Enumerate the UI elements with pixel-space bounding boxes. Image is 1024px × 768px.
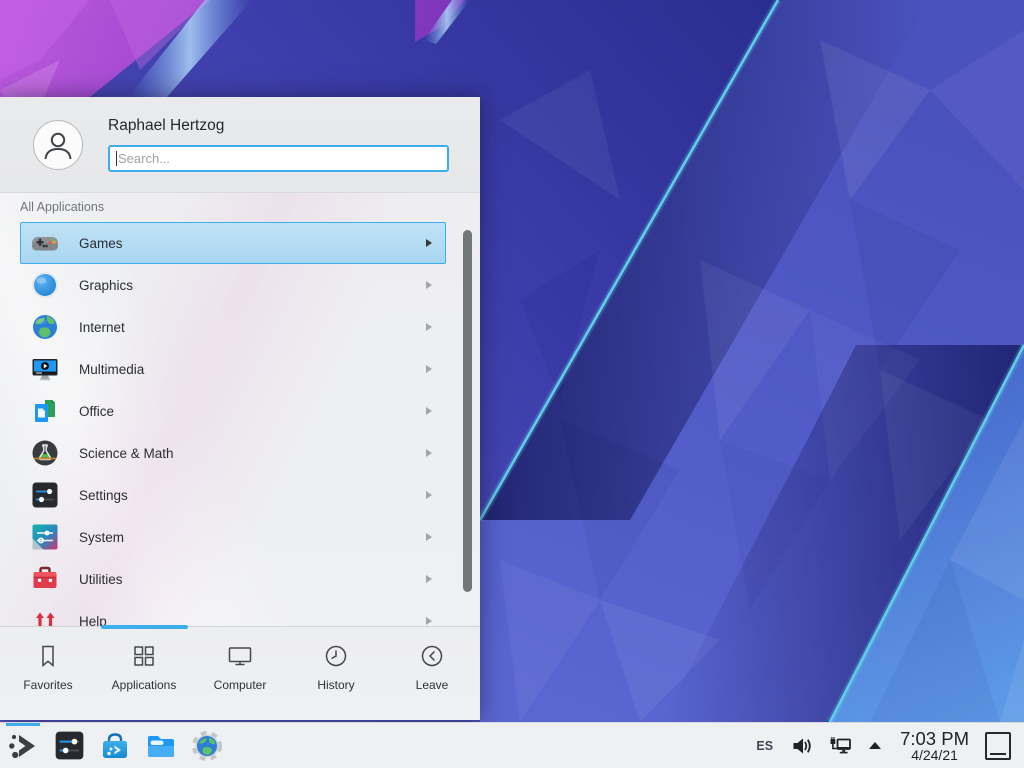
tab-label: Computer — [214, 678, 267, 692]
menu-item-label: Games — [79, 236, 425, 251]
active-tab-indicator — [101, 625, 188, 629]
keyboard-layout-indicator[interactable]: ES — [746, 739, 783, 753]
submenu-arrow-icon — [425, 448, 433, 458]
menu-item-label: Internet — [79, 320, 425, 335]
menu-item-games[interactable]: Games — [20, 222, 446, 264]
graphics-icon — [31, 271, 59, 299]
menu-item-internet[interactable]: Internet — [20, 306, 446, 348]
system-settings-icon — [54, 730, 85, 761]
menu-item-office[interactable]: Office — [20, 390, 446, 432]
search-field[interactable] — [108, 145, 449, 172]
submenu-arrow-icon — [425, 616, 433, 626]
system-icon — [31, 523, 59, 551]
menu-item-utilities[interactable]: Utilities — [20, 558, 446, 600]
user-avatar-icon — [41, 128, 75, 162]
menu-item-label: System — [79, 530, 425, 545]
submenu-arrow-icon — [425, 490, 433, 500]
applications-grid-icon — [131, 643, 157, 669]
discover-button[interactable] — [92, 723, 138, 768]
menu-item-label: Settings — [79, 488, 425, 503]
system-settings-button[interactable] — [46, 723, 92, 768]
menu-item-graphics[interactable]: Graphics — [20, 264, 446, 306]
application-category-list: Games Graphics — [0, 222, 480, 626]
multimedia-icon — [31, 355, 59, 383]
computer-icon — [227, 643, 253, 669]
menu-item-system[interactable]: System — [20, 516, 446, 558]
submenu-arrow-icon — [425, 406, 433, 416]
expand-tray-icon[interactable] — [860, 741, 890, 750]
application-launcher-icon — [6, 729, 40, 763]
submenu-arrow-icon — [425, 280, 433, 290]
games-icon — [31, 229, 59, 257]
menu-item-settings[interactable]: Settings — [20, 474, 446, 516]
tab-label: Applications — [112, 678, 177, 692]
web-browser-globe-icon — [191, 730, 223, 762]
network-icon[interactable] — [821, 735, 860, 757]
application-launcher-button[interactable] — [0, 723, 46, 768]
user-name: Raphael Hertzog — [108, 117, 224, 135]
system-tray: ES — [746, 723, 1024, 768]
volume-icon[interactable] — [783, 735, 821, 757]
user-avatar[interactable] — [33, 120, 83, 170]
launcher-header: Raphael Hertzog — [0, 97, 480, 193]
show-desktop-button[interactable] — [985, 732, 1011, 760]
tab-history[interactable]: History — [288, 627, 384, 720]
menu-item-label: Utilities — [79, 572, 425, 587]
submenu-arrow-icon — [425, 322, 433, 332]
bookmark-icon — [35, 643, 61, 669]
science-icon — [31, 439, 59, 467]
launcher-active-indicator — [6, 723, 40, 726]
menu-item-help[interactable]: Help — [20, 600, 446, 626]
show-desktop-icon — [990, 753, 1006, 755]
taskbar-launchers — [0, 723, 230, 768]
file-manager-folder-icon — [145, 730, 177, 762]
menu-item-science-math[interactable]: Science & Math — [20, 432, 446, 474]
menu-item-label: Multimedia — [79, 362, 425, 377]
menu-item-label: Science & Math — [79, 446, 425, 461]
discover-software-center-icon — [99, 730, 131, 762]
submenu-arrow-icon — [425, 238, 433, 248]
text-cursor — [116, 151, 117, 166]
settings-icon — [31, 481, 59, 509]
menu-item-multimedia[interactable]: Multimedia — [20, 348, 446, 390]
office-icon — [31, 397, 59, 425]
tab-label: History — [317, 678, 354, 692]
help-icon — [31, 607, 59, 626]
leave-icon — [419, 643, 445, 669]
tab-computer[interactable]: Computer — [192, 627, 288, 720]
tab-favorites[interactable]: Favorites — [0, 627, 96, 720]
search-input[interactable] — [110, 147, 447, 170]
submenu-arrow-icon — [425, 574, 433, 584]
tab-applications[interactable]: Applications — [96, 627, 192, 720]
menu-item-label: Graphics — [79, 278, 425, 293]
utilities-icon — [31, 565, 59, 593]
submenu-arrow-icon — [425, 532, 433, 542]
submenu-arrow-icon — [425, 364, 433, 374]
tab-label: Favorites — [23, 678, 72, 692]
tab-label: Leave — [416, 678, 449, 692]
history-clock-icon — [323, 643, 349, 669]
clock-time: 7:03 PM — [900, 729, 969, 748]
internet-icon — [31, 313, 59, 341]
file-manager-button[interactable] — [138, 723, 184, 768]
clock-date: 4/24/21 — [900, 748, 969, 763]
section-label: All Applications — [20, 200, 104, 214]
tab-leave[interactable]: Leave — [384, 627, 480, 720]
application-launcher-menu: Raphael Hertzog All Applications — [0, 97, 480, 720]
clock[interactable]: 7:03 PM 4/24/21 — [890, 729, 979, 763]
desktop: Raphael Hertzog All Applications — [0, 0, 1024, 768]
tab-bar: Favorites Applications — [0, 626, 480, 720]
menu-item-label: Office — [79, 404, 425, 419]
web-browser-button[interactable] — [184, 723, 230, 768]
scrollbar-thumb[interactable] — [463, 230, 472, 592]
taskbar: ES — [0, 722, 1024, 768]
